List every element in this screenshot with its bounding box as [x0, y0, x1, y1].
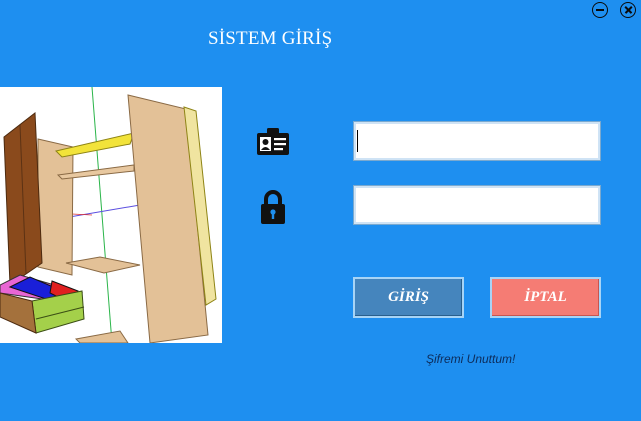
minimize-icon[interactable]: [592, 2, 608, 18]
forgot-password-link[interactable]: Şifremi Unuttum!: [426, 352, 515, 366]
close-icon[interactable]: [620, 2, 636, 18]
lock-icon: [259, 189, 287, 225]
furniture-3d-image: [0, 87, 222, 343]
login-button[interactable]: GİRİŞ: [353, 277, 464, 318]
username-input[interactable]: [353, 121, 601, 161]
password-input[interactable]: [353, 185, 601, 225]
text-cursor: [357, 130, 358, 152]
id-card-icon: [256, 127, 290, 157]
cancel-button[interactable]: İPTAL: [490, 277, 601, 318]
window-title: SİSTEM GİRİŞ: [208, 28, 333, 49]
